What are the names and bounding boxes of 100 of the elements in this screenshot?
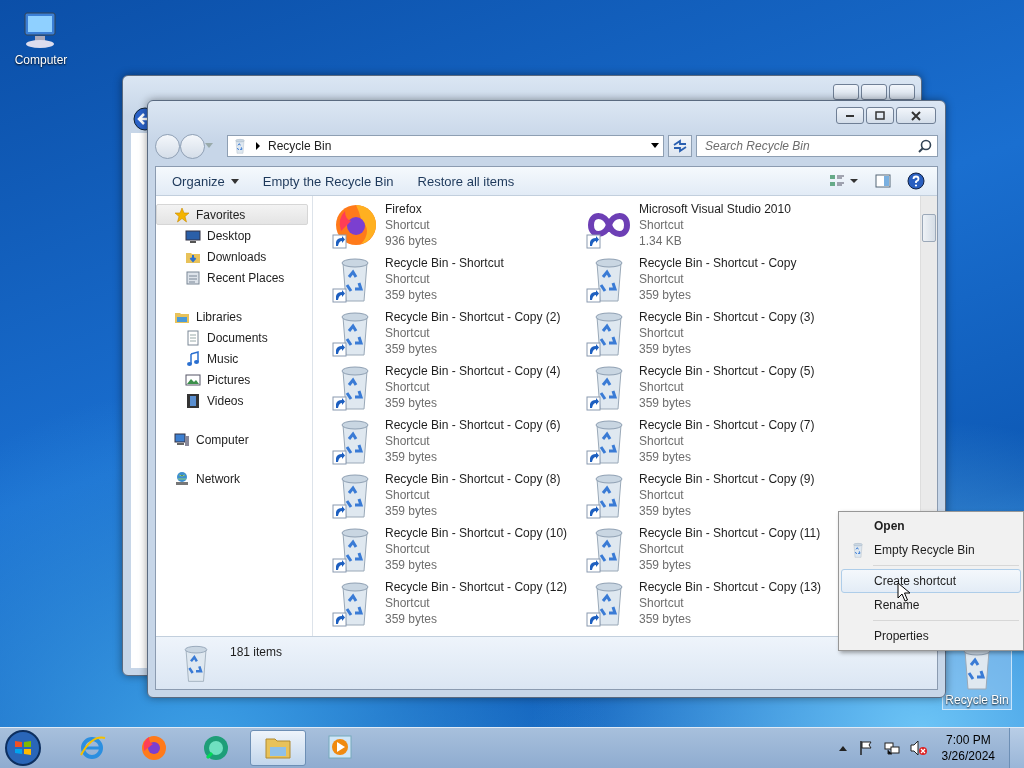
file-size: 359 bytes bbox=[385, 395, 439, 411]
file-size: 359 bytes bbox=[385, 341, 439, 357]
nav-item[interactable]: Desktop bbox=[156, 225, 308, 246]
toolbar-button[interactable]: Restore all items bbox=[407, 169, 525, 193]
file-type: Shortcut bbox=[639, 379, 685, 395]
forward-button[interactable] bbox=[180, 133, 205, 159]
maximize-button[interactable] bbox=[861, 84, 887, 100]
file-size: 359 bytes bbox=[385, 557, 439, 573]
clock-date[interactable]: 3/26/2024 bbox=[941, 748, 995, 764]
file-size: 359 bytes bbox=[385, 611, 439, 627]
nav-item[interactable]: Computer bbox=[156, 429, 308, 450]
start-button-icon bbox=[4, 729, 42, 767]
nav-item[interactable]: Recent Places bbox=[156, 267, 308, 288]
desktop-icon[interactable]: Computer bbox=[8, 8, 74, 70]
documents-icon bbox=[185, 269, 201, 286]
file-type: Shortcut bbox=[639, 595, 685, 611]
close-button[interactable] bbox=[896, 107, 936, 124]
file-name[interactable]: Recycle Bin - Shortcut - Copy (7) bbox=[639, 417, 815, 433]
file-type: Shortcut bbox=[385, 595, 431, 611]
menu-item[interactable]: Open bbox=[841, 514, 1021, 538]
nav-item[interactable]: Music bbox=[156, 348, 308, 369]
item-count: 181 items bbox=[230, 645, 283, 659]
file-size: 359 bytes bbox=[639, 341, 693, 357]
file-name[interactable]: Recycle Bin - Shortcut bbox=[385, 255, 504, 271]
computer-icon bbox=[174, 431, 190, 448]
nav-item[interactable]: Downloads bbox=[156, 246, 308, 267]
file-type: Shortcut bbox=[639, 433, 685, 449]
minimize-button[interactable] bbox=[833, 84, 859, 100]
star-icon bbox=[174, 206, 190, 223]
file-name[interactable]: Microsoft Visual Studio 2010 bbox=[639, 201, 791, 217]
file-name[interactable]: Recycle Bin - Shortcut - Copy (3) bbox=[639, 309, 815, 325]
menu-item[interactable]: Rename bbox=[841, 593, 1021, 617]
file-name[interactable]: Recycle Bin - Shortcut - Copy (11) bbox=[639, 525, 821, 541]
monitor-icon bbox=[185, 227, 201, 244]
ring-icon bbox=[202, 733, 230, 763]
file-name[interactable]: Recycle Bin - Shortcut - Copy (4) bbox=[385, 363, 561, 379]
search-icon bbox=[918, 139, 932, 153]
file-size: 359 bytes bbox=[639, 503, 693, 519]
address-text: Recycle Bin bbox=[268, 139, 333, 153]
minimize-button[interactable] bbox=[836, 107, 864, 124]
back-arrow-icon bbox=[133, 107, 147, 131]
close-icon bbox=[911, 110, 921, 121]
menu-item[interactable]: Empty Recycle Bin bbox=[841, 538, 1021, 562]
recycle-bin-icon bbox=[232, 138, 248, 154]
file-type: Shortcut bbox=[639, 217, 685, 233]
file-name[interactable]: Recycle Bin - Shortcut - Copy bbox=[639, 255, 797, 271]
nav-item[interactable]: Videos bbox=[156, 390, 308, 411]
file-size: 936 bytes bbox=[385, 233, 438, 249]
film-icon bbox=[185, 392, 201, 409]
file-name[interactable]: Recycle Bin - Shortcut - Copy (9) bbox=[639, 471, 815, 487]
clock-time[interactable]: 7:00 PM bbox=[945, 732, 991, 748]
file-size: 359 bytes bbox=[639, 611, 693, 627]
search-field[interactable]: Search Recycle Bin bbox=[696, 135, 938, 157]
nav-item[interactable]: Favorites bbox=[156, 204, 308, 225]
refresh-button[interactable] bbox=[668, 135, 692, 157]
menu-item[interactable]: Create shortcut bbox=[841, 569, 1021, 593]
file-name[interactable]: Recycle Bin - Shortcut - Copy (8) bbox=[385, 471, 561, 487]
file-name[interactable]: Recycle Bin - Shortcut - Copy (10) bbox=[385, 525, 568, 541]
dropdown-icon bbox=[651, 143, 659, 149]
document-icon bbox=[185, 329, 201, 346]
file-name[interactable]: Recycle Bin - Shortcut - Copy (2) bbox=[385, 309, 561, 325]
file-size: 359 bytes bbox=[639, 449, 693, 465]
file-size: 359 bytes bbox=[639, 287, 693, 303]
show-desktop-button[interactable] bbox=[1009, 728, 1024, 768]
address-bar[interactable]: Recycle Bin bbox=[227, 135, 664, 157]
nav-item[interactable]: Documents bbox=[156, 327, 308, 348]
file-size: 359 bytes bbox=[639, 395, 693, 411]
close-button[interactable] bbox=[889, 84, 915, 100]
file-type: Shortcut bbox=[639, 541, 685, 557]
nav-item[interactable]: Libraries bbox=[156, 306, 308, 327]
nav-item[interactable]: Network bbox=[156, 468, 308, 489]
up-arrow-icon bbox=[837, 744, 848, 752]
file-name[interactable]: Recycle Bin - Shortcut - Copy (6) bbox=[385, 417, 561, 433]
file-type: Shortcut bbox=[639, 487, 685, 503]
file-name[interactable]: Recycle Bin - Shortcut - Copy (13) bbox=[639, 579, 822, 595]
scrollbar-thumb[interactable] bbox=[922, 214, 936, 242]
file-name[interactable]: Firefox bbox=[385, 201, 438, 217]
minimize-icon bbox=[846, 114, 854, 117]
file-size: 359 bytes bbox=[639, 557, 693, 573]
file-type: Shortcut bbox=[639, 325, 685, 341]
maximize-button[interactable] bbox=[866, 107, 894, 124]
file-type: Shortcut bbox=[385, 271, 431, 287]
toolbar-button[interactable]: Organize bbox=[162, 169, 249, 193]
file-name[interactable]: Recycle Bin - Shortcut - Copy (12) bbox=[385, 579, 568, 595]
back-button[interactable] bbox=[155, 133, 180, 159]
file-type: Shortcut bbox=[385, 325, 431, 341]
file-type: Shortcut bbox=[385, 433, 431, 449]
maximize-icon bbox=[875, 111, 885, 120]
taskbar-button[interactable] bbox=[250, 730, 306, 766]
chevron-icon bbox=[255, 142, 261, 150]
file-name[interactable]: Recycle Bin - Shortcut - Copy (5) bbox=[639, 363, 815, 379]
network-icon bbox=[883, 740, 900, 756]
music-note-icon bbox=[185, 350, 201, 367]
toolbar-button[interactable]: Empty the Recycle Bin bbox=[252, 169, 404, 193]
nav-item[interactable]: Pictures bbox=[156, 369, 308, 390]
file-size: 359 bytes bbox=[385, 449, 439, 465]
file-type: Shortcut bbox=[385, 487, 431, 503]
file-size: 1.34 KB bbox=[639, 233, 683, 249]
file-type: Shortcut bbox=[385, 541, 431, 557]
file-type: Shortcut bbox=[385, 217, 431, 233]
